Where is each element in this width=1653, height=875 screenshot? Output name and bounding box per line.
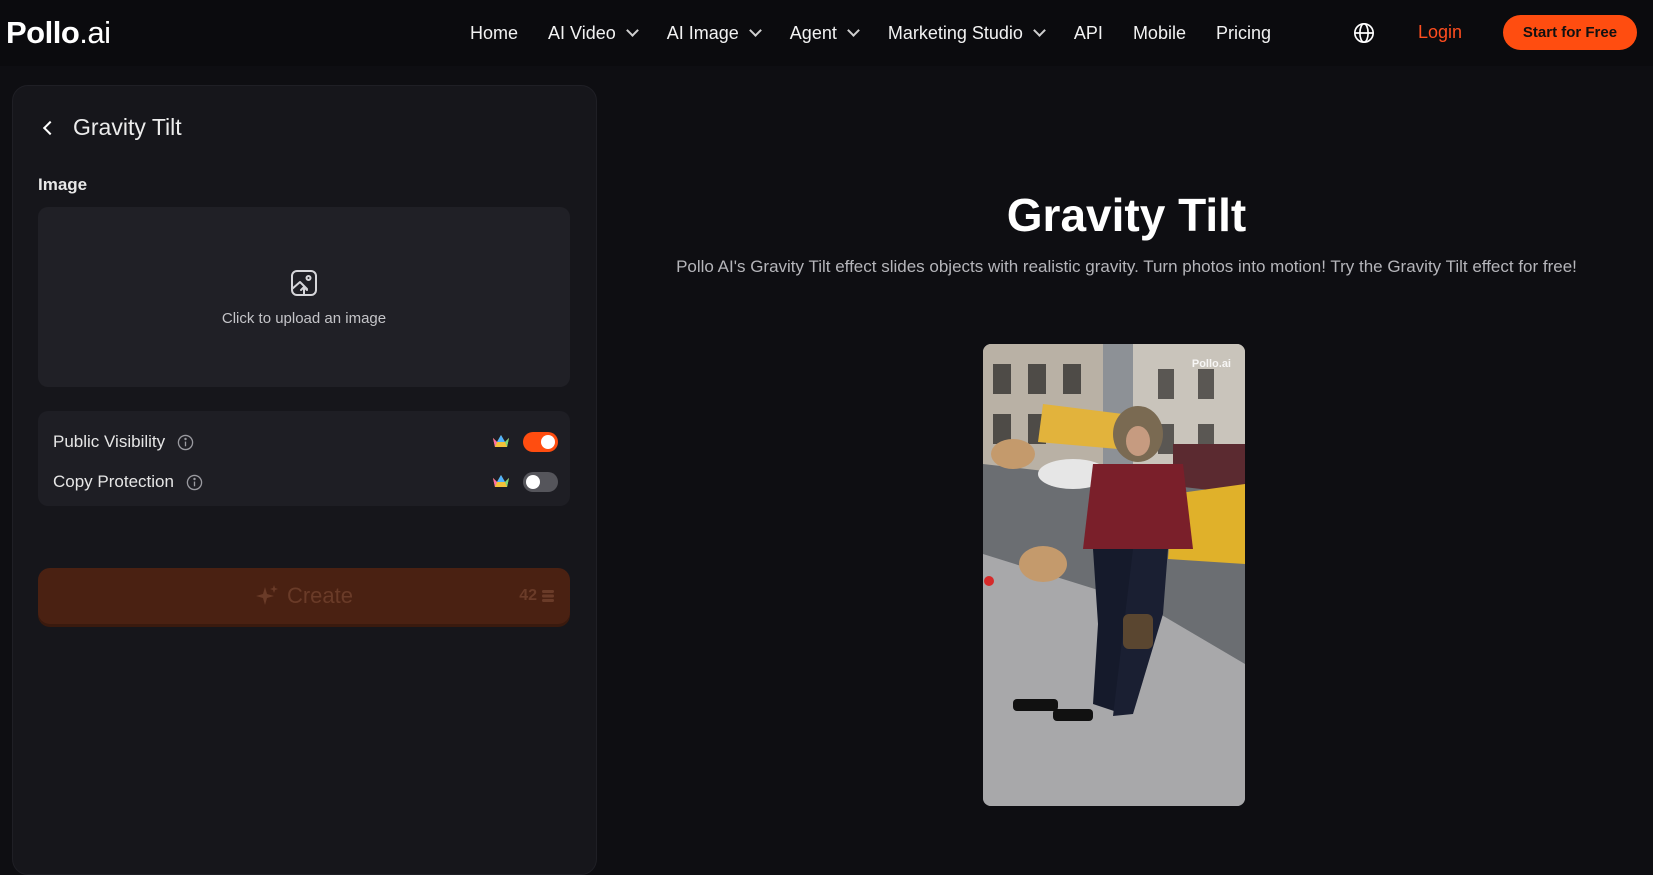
options-box: Public Visibility Copy Protection xyxy=(38,411,570,506)
credit-amount: 42 xyxy=(519,587,537,604)
chevron-left-icon xyxy=(42,120,58,135)
nav-ai-video[interactable]: AI Video xyxy=(548,22,639,44)
info-icon[interactable] xyxy=(186,474,203,491)
nav-mobile[interactable]: Mobile xyxy=(1133,23,1186,44)
nav-label: Agent xyxy=(789,22,837,43)
top-navbar: Pollo.ai Home AI Video AI Image Agent Ma… xyxy=(0,0,1653,66)
effect-preview-video[interactable]: Pollo.ai xyxy=(983,344,1245,806)
public-visibility-row: Public Visibility xyxy=(53,427,558,457)
nav-label: Home xyxy=(470,22,519,43)
image-upload-icon xyxy=(291,269,317,296)
nav-marketing-studio[interactable]: Marketing Studio xyxy=(887,22,1046,44)
logo-main: Pollo xyxy=(6,15,80,50)
nav-label: AI Image xyxy=(666,22,739,43)
public-visibility-toggle[interactable] xyxy=(523,432,558,452)
nav-pricing[interactable]: Pricing xyxy=(1216,23,1271,44)
logo-suffix: .ai xyxy=(79,15,111,50)
credits-coin-icon xyxy=(542,590,554,602)
image-upload-area[interactable]: Click to upload an image xyxy=(38,207,570,387)
chevron-down-icon xyxy=(625,24,639,37)
nav-label: Marketing Studio xyxy=(887,22,1023,43)
nav-agent[interactable]: Agent xyxy=(789,22,860,44)
public-visibility-label: Public Visibility xyxy=(53,432,166,451)
globe-icon[interactable] xyxy=(1353,22,1375,44)
nav-api[interactable]: API xyxy=(1074,23,1103,44)
pollo-logo[interactable]: Pollo.ai xyxy=(6,14,111,52)
nav-label: API xyxy=(1073,22,1103,43)
create-button-content: Create xyxy=(38,568,570,624)
start-for-free-button[interactable]: Start for Free xyxy=(1503,15,1637,50)
effect-settings-panel: Gravity Tilt Image Click to upload an im… xyxy=(12,85,597,875)
create-button[interactable]: Create 42 xyxy=(38,568,570,624)
create-label: Create xyxy=(286,583,354,608)
image-section-label: Image xyxy=(38,175,88,194)
copy-protection-toggle[interactable] xyxy=(523,472,558,492)
nav-ai-image[interactable]: AI Image xyxy=(666,22,762,44)
toggle-knob xyxy=(526,475,540,489)
premium-crown-icon xyxy=(493,475,509,487)
preview-image xyxy=(983,344,1245,806)
chevron-down-icon xyxy=(1033,24,1046,37)
copy-protection-label: Copy Protection xyxy=(53,472,174,491)
preview-watermark: Pollo.ai xyxy=(1191,358,1231,370)
copy-protection-row: Copy Protection xyxy=(53,467,558,497)
info-icon[interactable] xyxy=(177,434,194,451)
sparkle-icon xyxy=(255,585,278,605)
effect-description: Pollo AI's Gravity Tilt effect slides ob… xyxy=(676,257,1577,276)
chevron-down-icon xyxy=(748,24,762,37)
login-link[interactable]: Login xyxy=(1418,22,1462,43)
premium-crown-icon xyxy=(493,435,509,447)
chevron-down-icon xyxy=(846,24,860,37)
nav-label: AI Video xyxy=(548,22,616,43)
credit-cost: 42 xyxy=(519,587,554,605)
toggle-knob xyxy=(541,435,555,449)
effect-title: Gravity Tilt xyxy=(1006,189,1247,241)
back-button[interactable]: Gravity Tilt xyxy=(42,114,182,141)
nav-label: Mobile xyxy=(1132,22,1186,43)
nav-label: Pricing xyxy=(1215,22,1271,43)
upload-hint: Click to upload an image xyxy=(221,309,387,327)
panel-title: Gravity Tilt xyxy=(73,114,182,140)
main-nav: Home AI Video AI Image Agent Marketing S… xyxy=(470,0,1301,66)
nav-home[interactable]: Home xyxy=(470,23,518,44)
